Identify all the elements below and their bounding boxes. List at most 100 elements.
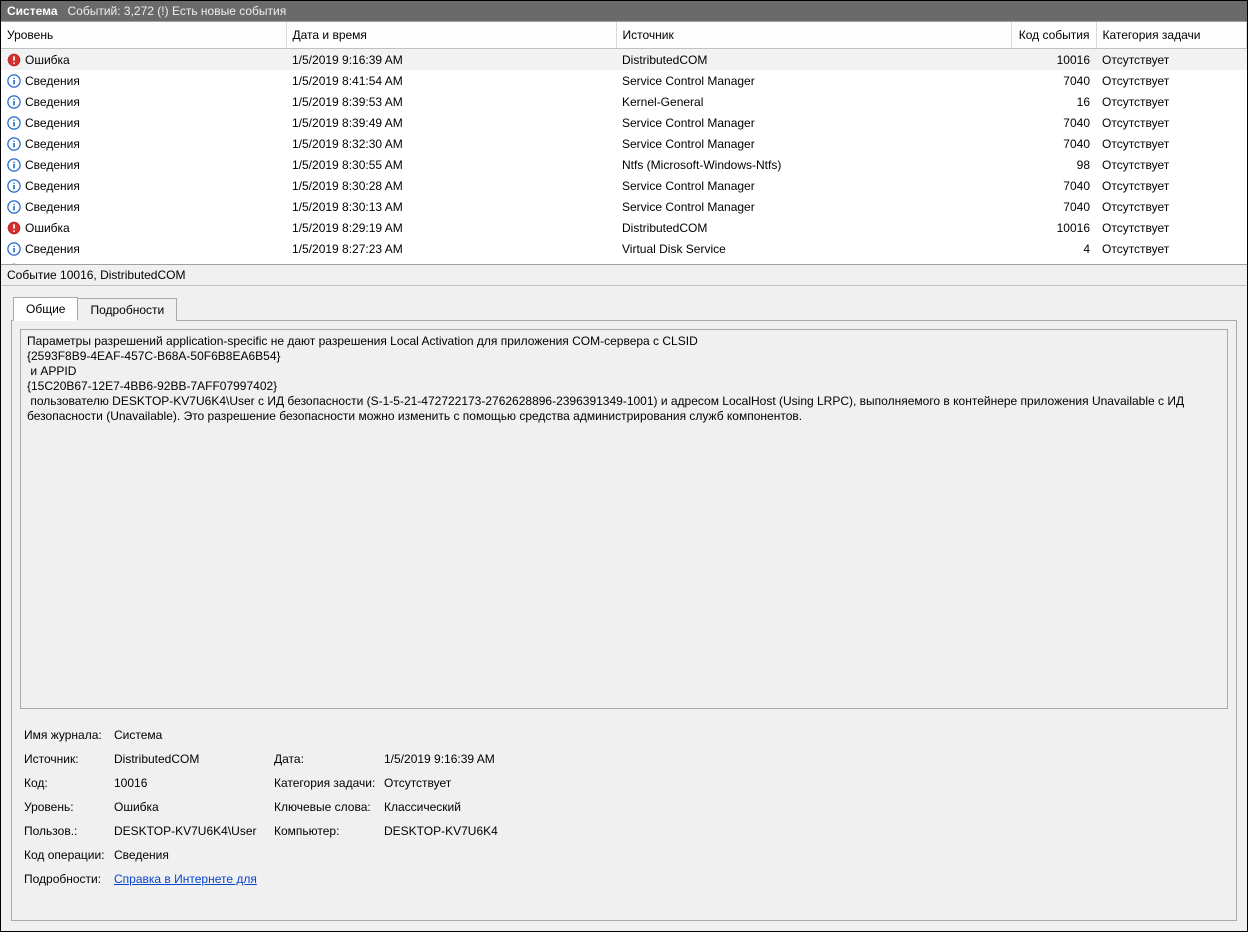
cell-datetime: 1/5/2019 9:16:39 AM: [286, 49, 616, 71]
table-row[interactable]: Сведения 1/5/2019 8:41:54 AMService Contr…: [1, 70, 1247, 91]
cell-datetime: 1/5/2019 8:29:19 AM: [286, 217, 616, 238]
table-row[interactable]: Ошибка1/5/2019 8:29:19 AMDistributedCOM1…: [1, 217, 1247, 238]
cell-level: Сведения: [1, 154, 286, 175]
info-icon: [7, 158, 21, 172]
lbl-level: Уровень:: [24, 800, 114, 814]
lbl-computer: Компьютер:: [274, 824, 384, 838]
info-icon: [7, 137, 21, 151]
col-header-level[interactable]: Уровень: [1, 22, 286, 49]
table-header-row: Уровень Дата и время Источник Код событи…: [1, 22, 1247, 49]
lbl-opcode: Код операции:: [24, 848, 114, 862]
cell-datetime: 1/5/2019 8:27:23 AM: [286, 238, 616, 259]
cell-source: Virtual Disk Service: [616, 238, 1011, 259]
help-link[interactable]: Справка в Интернете для: [114, 872, 274, 886]
lbl-user: Пользов.:: [24, 824, 114, 838]
cell-category: Отсутствует: [1096, 154, 1247, 175]
table-row[interactable]: Сведения1/5/2019 8:39:53 AMKernel-Genera…: [1, 91, 1247, 112]
lbl-keywords: Ключевые слова:: [274, 800, 384, 814]
cell-datetime: 1/5/2019 8:30:55 AM: [286, 154, 616, 175]
cell-eventid: 4: [1011, 238, 1096, 259]
cell-level: Сведения: [1, 133, 286, 154]
cell-eventid: 7040: [1011, 70, 1096, 91]
log-title: Система: [7, 4, 58, 18]
level-label: Сведения: [25, 200, 80, 214]
cell-source: Service Control Manager: [616, 196, 1011, 217]
cell-category: Отсутствует: [1096, 112, 1247, 133]
level-label: Сведения: [25, 242, 80, 256]
cell-source: Service Control Manager: [616, 70, 1011, 91]
cell-level: Сведения: [1, 70, 286, 91]
info-icon: [7, 116, 21, 130]
tab-general[interactable]: Общие: [13, 297, 78, 321]
event-metadata: Имя журнала: Система Источник: Distribut…: [12, 717, 1236, 901]
cell-eventid: 10016: [1011, 49, 1096, 71]
level-label: Сведения: [25, 179, 80, 193]
cell-level: Сведения: [1, 91, 286, 112]
info-icon: [7, 179, 21, 193]
cell-source: Ntfs (Microsoft-Windows-Ntfs): [616, 154, 1011, 175]
cell-category: Отсутствует: [1096, 196, 1247, 217]
cell-category: Отсутствует: [1096, 70, 1247, 91]
val-opcode: Сведения: [114, 848, 274, 862]
level-label: Сведения: [25, 158, 80, 172]
col-header-datetime[interactable]: Дата и время: [286, 22, 616, 49]
cell-level: Сведения: [1, 238, 286, 259]
cell-datetime: 1/5/2019 8:30:13 AM: [286, 196, 616, 217]
level-label: Сведения: [25, 74, 80, 88]
table-row[interactable]: Сведения 1/5/2019 8:27:23 AMVirtual Disk …: [1, 238, 1247, 259]
event-table: Уровень Дата и время Источник Код событи…: [1, 22, 1247, 265]
val-logname: Система: [114, 728, 274, 742]
cell-category: Отсутствует: [1096, 91, 1247, 112]
cell-datetime: 1/5/2019 8:39:49 AM: [286, 112, 616, 133]
col-header-category[interactable]: Категория задачи: [1096, 22, 1247, 49]
table-row[interactable]: Сведения1/5/2019 8:32:30 AMService Contr…: [1, 133, 1247, 154]
cell-eventid: 7040: [1011, 133, 1096, 154]
cell-datetime: 1/5/2019 8:41:54 AM: [286, 70, 616, 91]
val-code: 10016: [114, 776, 274, 790]
table-row[interactable]: Сведения 1/5/2019 8:39:49 AMService Contr…: [1, 112, 1247, 133]
cell-level: Сведения: [1, 196, 286, 217]
event-viewer-window: Система Событий: 3,272 (!) Есть новые со…: [0, 0, 1248, 932]
level-label: Ошибка: [25, 53, 70, 67]
event-description[interactable]: Параметры разрешений application-specifi…: [20, 329, 1228, 709]
table-row[interactable]: Сведения 1/5/2019 8:30:55 AMNtfs (Microso…: [1, 154, 1247, 175]
detail-header-text: Событие 10016, DistributedCOM: [7, 268, 185, 282]
cell-category: Отсутствует: [1096, 133, 1247, 154]
table-row[interactable]: Сведения 1/5/2019 8:30:28 AMService Contr…: [1, 175, 1247, 196]
cell-category: Отсутствует: [1096, 175, 1247, 196]
info-icon: [7, 95, 21, 109]
val-date: 1/5/2019 9:16:39 AM: [384, 752, 1224, 766]
info-icon: [7, 200, 21, 214]
tab-details[interactable]: Подробности: [77, 298, 177, 321]
cell-level: Сведения: [1, 175, 286, 196]
level-label: Сведения: [25, 116, 80, 130]
cell-eventid: 10016: [1011, 217, 1096, 238]
table-row[interactable]: Сведения 1/5/2019 8:30:13 AMService Contr…: [1, 196, 1247, 217]
cell-datetime: 1/5/2019 8:30:28 AM: [286, 175, 616, 196]
lbl-more: Подробности:: [24, 872, 114, 886]
level-label: Сведения: [25, 137, 80, 151]
cell-source: Service Control Manager: [616, 112, 1011, 133]
cell-source: DistributedCOM: [616, 49, 1011, 71]
info-icon: [7, 242, 21, 256]
cell-source: Service Control Manager: [616, 175, 1011, 196]
val-computer: DESKTOP-KV7U6K4: [384, 824, 1224, 838]
cell-eventid: 7040: [1011, 196, 1096, 217]
val-level: Ошибка: [114, 800, 274, 814]
titlebar: Система Событий: 3,272 (!) Есть новые со…: [1, 1, 1247, 21]
cell-source: DistributedCOM: [616, 217, 1011, 238]
tab-bar: Общие Подробности: [1, 292, 1247, 320]
cell-source: Service Control Manager: [616, 133, 1011, 154]
val-keywords: Классический: [384, 800, 1224, 814]
lbl-source: Источник:: [24, 752, 114, 766]
table-row[interactable]: Ошибка 1/5/2019 9:16:39 AMDistributedCOM1…: [1, 49, 1247, 71]
cell-level: Ошибка: [1, 217, 286, 238]
event-list[interactable]: Уровень Дата и время Источник Код событи…: [1, 21, 1247, 265]
cell-level: Ошибка: [1, 49, 286, 71]
lbl-logname: Имя журнала:: [24, 728, 114, 742]
cell-eventid: 98: [1011, 154, 1096, 175]
cell-category: Отсутствует: [1096, 49, 1247, 71]
col-header-eventid[interactable]: Код события: [1011, 22, 1096, 49]
cell-eventid: 7040: [1011, 175, 1096, 196]
col-header-source[interactable]: Источник: [616, 22, 1011, 49]
